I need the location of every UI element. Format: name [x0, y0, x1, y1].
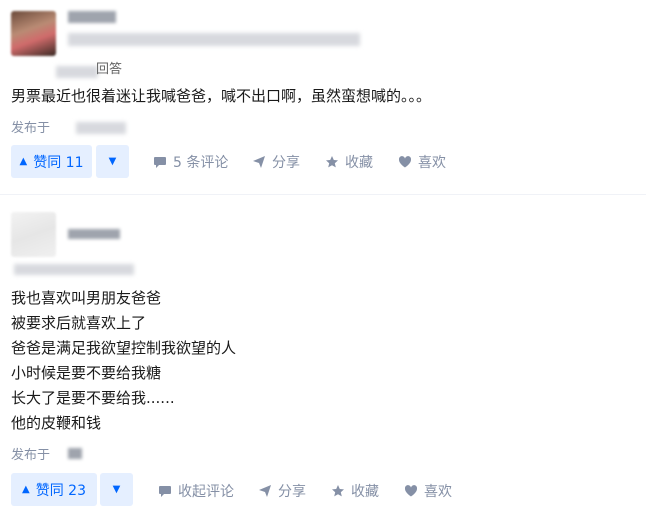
author-name[interactable] [68, 229, 120, 239]
content-line: 我也喜欢叫男朋友爸爸 [11, 289, 162, 307]
share-icon [259, 485, 271, 497]
downvote-triangle-icon: ▼ [108, 156, 117, 167]
answer-content: 我也喜欢叫男朋友爸爸 被要求后就喜欢上了 爸爸是满足我欲望控制我欲望的人 小时候… [11, 286, 236, 436]
heart-icon [404, 485, 418, 497]
comments-button[interactable]: 5 条评论 [153, 152, 228, 172]
publish-time[interactable]: 发布于 [11, 444, 50, 463]
upvote-button[interactable]: ▲ 赞同 23 [11, 473, 97, 506]
share-icon [253, 156, 265, 168]
answer-meta [56, 66, 98, 78]
content-line: 被要求后就喜欢上了 [11, 314, 147, 332]
favorite-button[interactable]: 收藏 [331, 481, 379, 501]
upvote-label: 赞同 23 [35, 482, 86, 499]
like-label: 喜欢 [424, 484, 452, 500]
downvote-triangle-icon: ▼ [112, 484, 121, 495]
star-icon [332, 485, 344, 497]
comment-icon [159, 486, 171, 497]
content-line: 他的皮鞭和钱 [11, 414, 102, 432]
reply-label: 回答 [96, 62, 123, 77]
heart-icon [398, 156, 412, 168]
upvote-triangle-icon: ▲ [22, 484, 30, 495]
like-button[interactable]: 喜欢 [404, 481, 452, 501]
share-label: 分享 [272, 155, 300, 171]
comments-label: 5 条评论 [173, 155, 229, 171]
comments-label: 收起评论 [178, 484, 234, 500]
upvote-button[interactable]: ▲ 赞同 11 [11, 145, 92, 178]
publish-time[interactable]: 发布于 [11, 117, 50, 136]
comments-button[interactable]: 收起评论 [158, 481, 234, 501]
author-name[interactable] [68, 11, 116, 23]
author-headline [14, 264, 134, 275]
upvote-label: 赞同 11 [33, 154, 84, 171]
publish-date [68, 448, 82, 459]
star-icon [326, 156, 338, 168]
author-headline [68, 33, 360, 46]
publish-prefix: 发布于 [11, 448, 51, 463]
downvote-button[interactable]: ▼ [100, 473, 133, 506]
publish-prefix: 发布于 [11, 121, 51, 136]
upvote-triangle-icon: ▲ [19, 156, 28, 167]
avatar[interactable] [11, 212, 56, 257]
like-label: 喜欢 [418, 155, 446, 171]
avatar[interactable] [11, 11, 56, 56]
content-line: 长大了是要不要给我...... [11, 389, 175, 407]
divider [0, 194, 646, 195]
like-button[interactable]: 喜欢 [398, 152, 446, 172]
share-button[interactable]: 分享 [252, 152, 300, 172]
answer-content: 男票最近也很着迷让我喊爸爸，喊不出口啊，虽然蛮想喊的。。。 [11, 84, 431, 109]
favorite-label: 收藏 [351, 484, 379, 500]
favorite-label: 收藏 [345, 155, 373, 171]
content-line: 男票最近也很着迷让我喊爸爸，喊不出口啊，虽然蛮想喊的。。。 [11, 87, 432, 105]
publish-date [76, 122, 126, 134]
content-line: 小时候是要不要给我糖 [11, 364, 162, 382]
share-button[interactable]: 分享 [258, 481, 306, 501]
content-line: 爸爸是满足我欲望控制我欲望的人 [11, 339, 237, 357]
downvote-button[interactable]: ▼ [96, 145, 129, 178]
comment-icon [154, 157, 166, 168]
share-label: 分享 [278, 484, 306, 500]
favorite-button[interactable]: 收藏 [325, 152, 373, 172]
